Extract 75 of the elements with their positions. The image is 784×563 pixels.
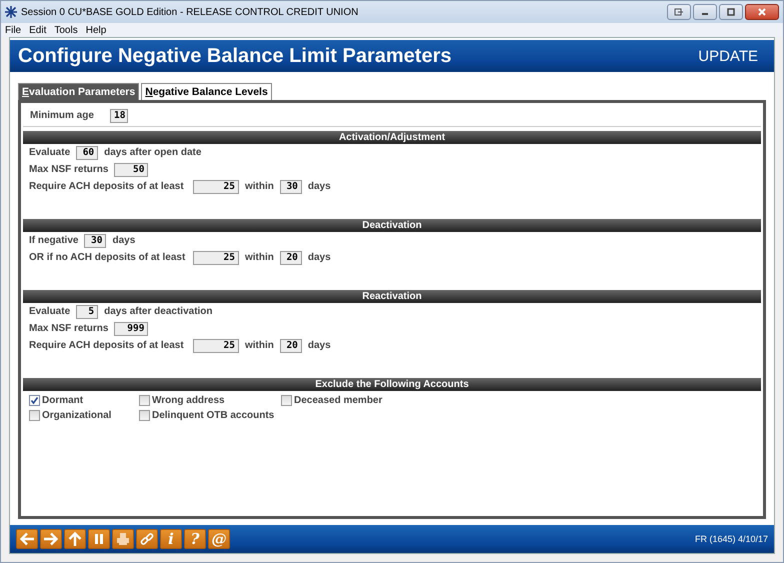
checkbox[interactable] bbox=[29, 410, 40, 421]
field-label: within bbox=[245, 340, 274, 351]
section-header: Activation/Adjustment bbox=[23, 131, 761, 144]
restore-button[interactable] bbox=[667, 4, 691, 20]
menu-item[interactable]: Tools bbox=[54, 24, 78, 36]
field-label: Require ACH deposits of at least bbox=[29, 181, 185, 192]
checkbox-label[interactable]: Wrong address bbox=[152, 395, 225, 406]
maximize-button[interactable] bbox=[719, 4, 743, 20]
input-field[interactable]: 20 bbox=[280, 338, 302, 352]
field-label: within bbox=[245, 252, 274, 263]
checkbox-label[interactable]: Deceased member bbox=[294, 395, 382, 406]
section-header: Exclude the Following Accounts bbox=[23, 378, 761, 391]
checkbox-label[interactable]: Dormant bbox=[42, 395, 84, 406]
mode-label: UPDATE bbox=[698, 48, 758, 64]
field-label: days bbox=[308, 181, 331, 192]
input-field[interactable]: 999 bbox=[114, 322, 148, 336]
input-field[interactable]: 20 bbox=[280, 250, 302, 264]
pause-icon bbox=[94, 534, 104, 544]
field-label: If negative bbox=[29, 235, 78, 246]
checkbox-label[interactable]: Organizational bbox=[42, 410, 112, 421]
right-arrow-icon bbox=[43, 532, 59, 546]
toolbar-button[interactable] bbox=[64, 529, 86, 549]
field-label: days after open date bbox=[104, 147, 202, 158]
section-header: Deactivation bbox=[23, 219, 761, 232]
field-label: Max NSF returns bbox=[29, 323, 108, 334]
menu-item[interactable]: File bbox=[5, 24, 22, 36]
input-field[interactable]: 30 bbox=[280, 180, 302, 194]
field-label: Require ACH deposits of at least bbox=[29, 340, 185, 351]
field-label: Minimum age bbox=[30, 110, 95, 121]
input-field[interactable]: 5 bbox=[76, 304, 98, 318]
tab[interactable]: Evaluation Parameters bbox=[18, 83, 140, 100]
up-arrow-icon bbox=[68, 531, 82, 547]
checkbox[interactable] bbox=[29, 395, 40, 406]
link-icon bbox=[140, 532, 154, 546]
toolbar-button[interactable] bbox=[112, 529, 134, 549]
checkbox-label[interactable]: Delinquent OTB accounts bbox=[152, 410, 274, 421]
field-label: OR if no ACH deposits of at least bbox=[29, 252, 186, 263]
input-field[interactable]: 18 bbox=[110, 108, 128, 122]
field-label: days bbox=[308, 340, 331, 351]
field-label: Max NSF returns bbox=[29, 164, 108, 175]
app-logo-icon bbox=[5, 6, 17, 18]
left-arrow-icon bbox=[19, 532, 35, 546]
checkbox[interactable] bbox=[139, 395, 150, 406]
close-button[interactable] bbox=[745, 4, 779, 20]
field-label: Evaluate bbox=[29, 147, 70, 158]
section-header: Reactivation bbox=[23, 290, 761, 303]
field-label: days bbox=[112, 235, 136, 246]
checkbox[interactable] bbox=[139, 410, 150, 421]
page-title: Configure Negative Balance Limit Parameters bbox=[18, 44, 452, 68]
input-field[interactable]: 60 bbox=[76, 146, 98, 160]
menu-item[interactable]: Edit bbox=[29, 24, 46, 36]
close-icon bbox=[757, 8, 767, 16]
checkmark-icon bbox=[30, 396, 39, 405]
toolbar-button[interactable] bbox=[88, 529, 110, 549]
field-label: Evaluate bbox=[29, 306, 70, 317]
toolbar-button[interactable] bbox=[40, 529, 62, 549]
window-title: Session 0 CU*BASE GOLD Edition - RELEASE CONTROL CREDIT UNION bbox=[21, 6, 358, 18]
menu-item[interactable]: Help bbox=[86, 24, 106, 36]
input-field[interactable]: 30 bbox=[84, 234, 106, 248]
toolbar-button[interactable] bbox=[16, 529, 38, 549]
input-field[interactable]: 25 bbox=[193, 250, 239, 264]
tab[interactable]: Negative Balance Levels bbox=[141, 83, 272, 100]
field-label: days after deactivation bbox=[104, 306, 213, 317]
field-label: days bbox=[308, 252, 331, 263]
toolbar-button[interactable] bbox=[136, 529, 158, 549]
checkbox[interactable] bbox=[281, 395, 292, 406]
printer-icon bbox=[116, 533, 130, 545]
restore-icon bbox=[674, 8, 684, 16]
minimize-button[interactable] bbox=[693, 4, 717, 20]
input-field[interactable]: 50 bbox=[114, 162, 148, 176]
input-field[interactable]: 25 bbox=[193, 338, 239, 352]
maximize-icon bbox=[726, 8, 736, 16]
field-label: within bbox=[245, 181, 274, 192]
status-text: FR (1645) 4/10/17 bbox=[694, 534, 768, 544]
input-field[interactable]: 25 bbox=[193, 180, 239, 194]
